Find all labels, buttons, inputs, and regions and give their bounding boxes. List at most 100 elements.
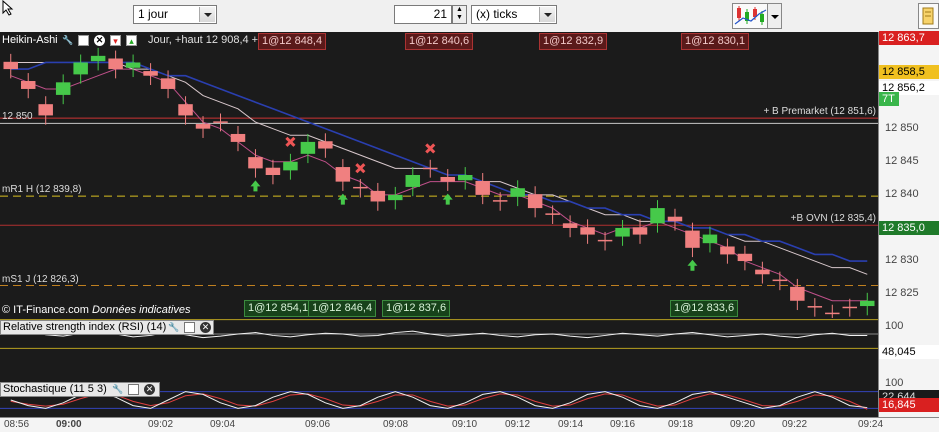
candle (545, 213, 560, 215)
candle (388, 194, 403, 201)
buy-arrow-icon (250, 180, 261, 192)
sell-order-tag[interactable]: 1@12 840,6 (405, 33, 474, 50)
candlestick-chart-icon (734, 6, 767, 25)
price-axis-label: 12 863,7 (879, 31, 939, 45)
time-axis-tick: 09:02 (148, 419, 174, 430)
stoch-d-value-label: 16,845 (879, 398, 939, 412)
units-type-select[interactable]: (x) ticks (471, 5, 557, 24)
candle (527, 194, 543, 209)
price-chart-canvas[interactable] (0, 32, 878, 318)
candle (650, 208, 665, 224)
units-count-input[interactable]: 21 (394, 5, 452, 24)
level-label: mS1 J (12 826,3) (2, 273, 79, 285)
mouse-cursor-icon (2, 0, 14, 16)
rsi-title: Relative strength index (RSI) (14) (3, 321, 167, 333)
buy-arrow-icon[interactable]: ▴ (126, 35, 137, 46)
chart-title: Heikin-Ashi (2, 34, 58, 46)
candle (38, 104, 53, 116)
chart-type-dropdown[interactable] (768, 3, 782, 29)
sell-order-tag[interactable]: 1@12 848,4 (258, 33, 327, 50)
candle (230, 133, 246, 142)
units-type-value: (x) ticks (476, 7, 518, 21)
sell-order-tag[interactable]: 1@12 830,1 (681, 33, 750, 50)
spin-up-icon[interactable]: ▲ (453, 6, 466, 14)
candle (685, 230, 700, 248)
price-axis-tick: 12 850 (885, 121, 919, 134)
price-axis-tick: 12 830 (885, 254, 919, 267)
candle (720, 246, 735, 255)
sell-arrow-icon[interactable]: ▾ (110, 35, 121, 46)
candle (597, 239, 613, 242)
maximize-icon[interactable] (128, 384, 139, 395)
price-axis-tick: 12 840 (885, 187, 919, 200)
candle (807, 306, 823, 308)
time-axis-tick: 09:16 (610, 419, 636, 430)
time-axis-tick: 09:12 (505, 419, 531, 430)
candle (318, 141, 333, 149)
time-axis[interactable]: 08:56 09:00 09:02 09:04 09:06 09:08 09:10 09:12… (0, 417, 939, 432)
candle (842, 306, 858, 309)
candle (475, 180, 490, 195)
candle (492, 200, 508, 202)
candle (562, 223, 578, 228)
buy-order-tag[interactable]: 1@12 833,6 (670, 300, 739, 317)
close-icon[interactable]: ✕ (94, 35, 105, 46)
candle (160, 78, 176, 89)
candle (580, 227, 595, 235)
rsi-value-label: 48,045 (879, 345, 939, 359)
watermark: © IT-Finance.com Données indicatives (2, 303, 190, 317)
time-axis-tick: 08:56 (4, 419, 30, 430)
time-axis-tick: 09:20 (730, 419, 756, 430)
rsi-axis-tick: 100 (885, 320, 904, 332)
level-label: +B OVN (12 835,4) (790, 213, 876, 225)
candle (283, 161, 298, 171)
candle (440, 176, 455, 182)
close-icon[interactable]: ✕ (200, 322, 211, 333)
time-axis-tick: 09:06 (305, 419, 331, 430)
close-icon[interactable]: ✕ (144, 384, 155, 395)
stochastic-panel[interactable]: Stochastique (11 5 3) 🔧 ✕ (0, 380, 878, 417)
candle (632, 227, 648, 235)
level-label: mR1 H (12 839,8) (2, 184, 82, 196)
candle (860, 300, 875, 307)
properties-wrench-icon[interactable]: 🔧 (168, 322, 179, 333)
maximize-icon[interactable] (184, 322, 195, 333)
properties-wrench-icon[interactable]: 🔧 (62, 35, 73, 46)
candle (737, 253, 753, 262)
chevron-down-icon[interactable] (199, 7, 215, 22)
chevron-down-icon[interactable] (539, 7, 555, 22)
toolbar-right-button[interactable] (918, 3, 939, 29)
sell-order-tag[interactable]: 1@12 832,9 (539, 33, 608, 50)
candle (772, 279, 788, 282)
chart-type-button[interactable] (732, 3, 768, 29)
rsi-panel[interactable]: Relative strength index (RSI) (14) 🔧 ✕ (0, 318, 878, 380)
drawing-tools-icon (922, 7, 934, 25)
units-spinner[interactable]: ▲ ▼ (452, 5, 467, 24)
candle (3, 61, 18, 70)
buy-order-tag[interactable]: 1@12 854,1 (244, 300, 313, 317)
maximize-icon[interactable] (78, 35, 89, 46)
buy-order-tag[interactable]: 1@12 846,4 (308, 300, 377, 317)
candle (108, 58, 123, 70)
candle (510, 188, 525, 197)
buy-order-tag[interactable]: 1@12 837,6 (382, 300, 451, 317)
time-axis-tick: 09:04 (210, 419, 236, 430)
buy-arrow-icon (337, 193, 348, 205)
moving-average-line (10, 61, 868, 275)
candle (178, 104, 193, 116)
time-axis-tick: 09:18 (668, 419, 694, 430)
buy-arrow-icon (442, 193, 453, 205)
time-axis-tick: 09:24 (858, 419, 884, 430)
candle (405, 175, 421, 187)
price-axis-tick: 12 845 (885, 154, 919, 167)
price-axis-tick: 12 825 (885, 287, 919, 300)
spin-down-icon[interactable]: ▼ (453, 14, 466, 22)
time-axis-tick: 09:10 (452, 419, 478, 430)
properties-wrench-icon[interactable]: 🔧 (112, 384, 123, 395)
moving-average-line (10, 61, 868, 262)
price-axis-label: 12 858,5 (879, 65, 939, 80)
period-select[interactable]: 1 jour (133, 5, 217, 24)
price-chart-panel[interactable]: Heikin-Ashi 🔧 ✕ ▾ ▴ Jour, +haut 12 908,4… (0, 32, 878, 318)
price-axis[interactable]: 12 85012 84512 84012 83512 83012 825 12 … (878, 31, 939, 417)
candle (790, 286, 805, 301)
